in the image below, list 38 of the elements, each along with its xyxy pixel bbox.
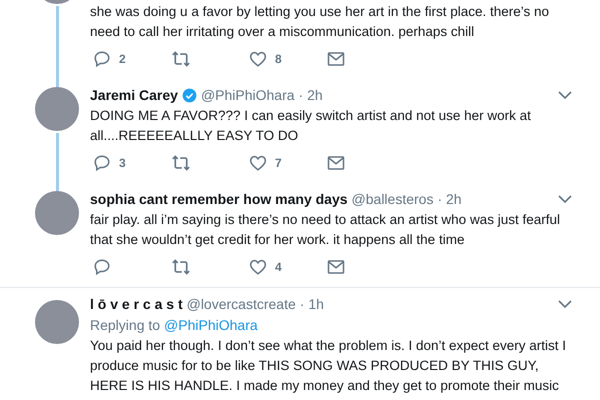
chevron-down-icon[interactable] <box>558 300 572 308</box>
avatar[interactable] <box>35 191 79 235</box>
reply-icon[interactable] <box>93 154 111 172</box>
heart-icon[interactable] <box>249 154 267 172</box>
reply-icon[interactable] <box>93 50 111 68</box>
retweet-icon[interactable] <box>171 154 191 172</box>
user-name[interactable]: l ō v e r c a s t <box>90 294 183 314</box>
tweet-text: she was doing u a favor by letting you use her art in the first place. there’s no need to call her irritating over a miscommunication. perhaps chill <box>90 3 550 41</box>
action-count: 8 <box>275 51 282 68</box>
user-name[interactable]: Jaremi Carey <box>90 84 178 106</box>
timestamp[interactable]: · 2h <box>298 84 323 106</box>
chevron-down-icon[interactable] <box>558 90 572 100</box>
avatar[interactable] <box>35 300 79 344</box>
action-count: 2 <box>119 51 126 68</box>
action-count: 3 <box>119 155 126 172</box>
retweet-icon[interactable] <box>171 50 191 68</box>
heart-icon[interactable] <box>249 258 267 276</box>
tweet-text: DOING ME A FAVOR??? I can easily switch artist and not use her work at all....REEEEEALLLY EASY TO DO <box>90 107 532 145</box>
user-name[interactable]: sophia cant remember how many days <box>90 188 348 210</box>
user-handle[interactable]: @ballesteros <box>352 188 434 210</box>
action-count: 4 <box>275 259 282 276</box>
reply-icon[interactable] <box>93 258 111 276</box>
tweet-text: fair play. all i’m saying is there’s no need to attack an artist who was just fearful that she wouldn’t get credit for her work. it happens all the time <box>90 211 561 249</box>
action-count: 7 <box>275 155 282 172</box>
avatar[interactable] <box>35 87 79 131</box>
envelope-icon[interactable] <box>327 51 345 67</box>
mention-link[interactable]: @PhiPhiOhara <box>164 314 258 336</box>
heart-icon[interactable] <box>249 50 267 68</box>
user-handle[interactable]: @PhiPhiOhara <box>200 84 295 106</box>
chevron-down-icon[interactable] <box>558 194 572 204</box>
timestamp[interactable]: · 2h <box>437 188 462 210</box>
timestamp[interactable]: · 1h <box>300 294 324 314</box>
user-handle[interactable]: @lovercastcreate <box>186 294 296 314</box>
tweet-text: You paid her though. I don’t see what the problem is. I don’t expect every artist I produce music for to be like THIS SONG WAS PRODUCED BY THIS GUY, HERE IS HIS HANDLE. I made my money and they get to promote their music <box>90 337 568 395</box>
retweet-icon[interactable] <box>171 258 191 276</box>
replying-label: Replying to <box>90 316 160 335</box>
envelope-icon[interactable] <box>327 259 345 275</box>
envelope-icon[interactable] <box>327 155 345 171</box>
